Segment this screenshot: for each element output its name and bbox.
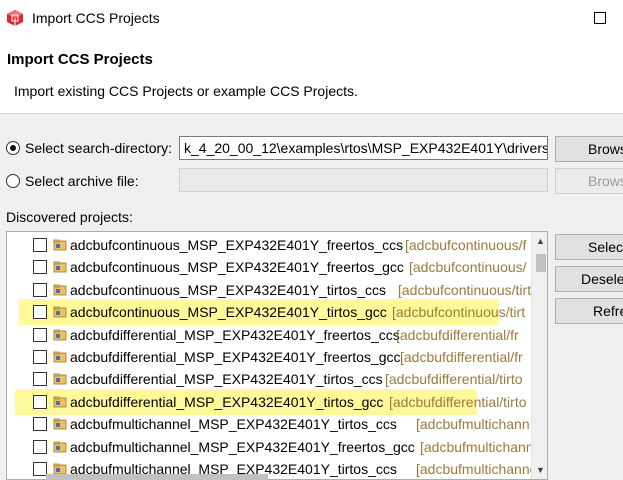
project-path: [adcbufcontinuous/tirt (392, 304, 526, 321)
project-row[interactable]: adcbufdifferential_MSP_EXP432E401Y_tirto… (7, 388, 529, 415)
project-row[interactable]: adcbufmultichannel_MSP_EXP432E401Y_tirto… (7, 413, 530, 435)
project-folder-icon (53, 239, 67, 251)
project-path: [adcbufdifferential/fr (400, 349, 523, 365)
project-row[interactable]: adcbufdifferential_MSP_EXP432E401Y_freer… (7, 346, 529, 368)
search-directory-label: Select search-directory: (25, 140, 173, 156)
project-folder-icon (53, 306, 67, 318)
project-name: adcbufdifferential_MSP_EXP432E401Y_tirto… (70, 371, 383, 388)
project-checkbox[interactable] (33, 394, 47, 409)
project-row[interactable]: adcbufdifferential_MSP_EXP432E401Y_freer… (7, 324, 529, 346)
project-name: adcbufmultichannel_MSP_EXP432E401Y_freer… (70, 438, 415, 455)
project-checkbox[interactable] (33, 327, 47, 342)
project-folder-icon (53, 329, 67, 340)
project-path: [adcbufcontinuous/ (409, 259, 527, 276)
project-name: adcbufdifferential_MSP_EXP432E401Y_freer… (70, 326, 400, 343)
project-name: adcbufcontinuous_MSP_EXP432E401Y_tirtos_… (70, 304, 387, 321)
project-checkbox[interactable] (33, 282, 47, 297)
discovered-projects-label: Discovered projects: (6, 209, 133, 225)
project-checkbox[interactable] (33, 238, 47, 252)
project-row[interactable]: adcbufcontinuous_MSP_EXP432E401Y_freerto… (7, 234, 529, 256)
vertical-scrollbar[interactable]: ▲ ▼ (531, 232, 547, 479)
project-checkbox[interactable] (33, 305, 47, 320)
title-bar: Import CCS Projects (0, 0, 623, 38)
project-folder-icon (53, 284, 67, 296)
project-checkbox[interactable] (33, 260, 47, 275)
project-name: adcbufmultichannel_MSP_EXP432E401Y_tirto… (70, 416, 397, 433)
project-row[interactable]: adcbufcontinuous_MSP_EXP432E401Y_tirtos_… (7, 279, 539, 301)
project-path: [adcbufmultichannel/t (416, 461, 548, 477)
dialog-header: Import CCS Projects Import existing CCS … (0, 38, 623, 114)
project-folder-icon (53, 396, 67, 408)
project-path: [adcbufdifferential/tirto (385, 371, 523, 388)
browse-archive-button[interactable]: Brows (555, 168, 623, 194)
horizontal-scroll-thumb[interactable] (46, 474, 268, 480)
project-path: [adcbufdifferential/fr (396, 326, 519, 343)
project-checkbox[interactable] (33, 417, 47, 432)
project-checkbox[interactable] (33, 439, 47, 454)
refresh-button[interactable]: Refre (555, 298, 623, 324)
project-path: [adcbufdifferential/tirto (389, 393, 527, 410)
scroll-up-icon[interactable]: ▲ (536, 236, 545, 246)
project-name: adcbufdifferential_MSP_EXP432E401Y_freer… (70, 349, 401, 365)
project-name: adcbufcontinuous_MSP_EXP432E401Y_tirtos_… (70, 281, 386, 298)
project-name: adcbufcontinuous_MSP_EXP432E401Y_freerto… (70, 259, 404, 276)
dialog-description: Import existing CCS Projects or example … (14, 83, 358, 99)
ccs-cube-icon (7, 10, 23, 26)
project-path: [adcbufmultichann (416, 416, 530, 433)
search-directory-radio[interactable] (6, 141, 20, 155)
project-name: adcbufdifferential_MSP_EXP432E401Y_tirto… (70, 393, 384, 410)
browse-directory-button[interactable]: Brows (555, 136, 623, 162)
scroll-thumb[interactable] (536, 254, 546, 272)
project-checkbox[interactable] (33, 462, 47, 476)
project-name: adcbufcontinuous_MSP_EXP432E401Y_freerto… (70, 237, 404, 253)
deselect-all-button[interactable]: Deselec (555, 266, 623, 292)
project-path: [adcbufcontinuous/tirto (398, 281, 539, 298)
window-title: Import CCS Projects (32, 10, 160, 26)
archive-file-label: Select archive file: (25, 173, 139, 189)
project-folder-icon (53, 261, 67, 273)
project-row[interactable]: adcbufmultichannel_MSP_EXP432E401Y_freer… (7, 436, 534, 458)
scroll-down-icon[interactable]: ▼ (536, 465, 545, 475)
project-folder-icon (53, 351, 67, 363)
project-folder-icon (53, 373, 67, 385)
archive-file-input[interactable] (179, 168, 548, 192)
project-folder-icon (53, 441, 67, 452)
maximize-icon[interactable] (594, 12, 606, 24)
archive-file-radio[interactable] (6, 174, 20, 188)
project-path: [adcbufmultichann (420, 438, 534, 455)
search-directory-input[interactable]: k_4_20_00_12\examples\rtos\MSP_EXP432E40… (179, 136, 548, 160)
projects-list[interactable]: adcbufcontinuous_MSP_EXP432E401Y_freerto… (6, 231, 548, 480)
select-all-button[interactable]: Select (555, 234, 623, 260)
project-row[interactable]: adcbufdifferential_MSP_EXP432E401Y_tirto… (7, 368, 529, 390)
project-folder-icon (53, 418, 67, 430)
project-path: [adcbufcontinuous/f (405, 237, 527, 253)
project-row[interactable]: adcbufcontinuous_MSP_EXP432E401Y_freerto… (7, 256, 529, 278)
project-checkbox[interactable] (33, 350, 47, 364)
project-checkbox[interactable] (33, 372, 47, 387)
project-row[interactable]: adcbufcontinuous_MSP_EXP432E401Y_tirtos_… (7, 299, 529, 326)
dialog-title: Import CCS Projects (7, 51, 153, 68)
